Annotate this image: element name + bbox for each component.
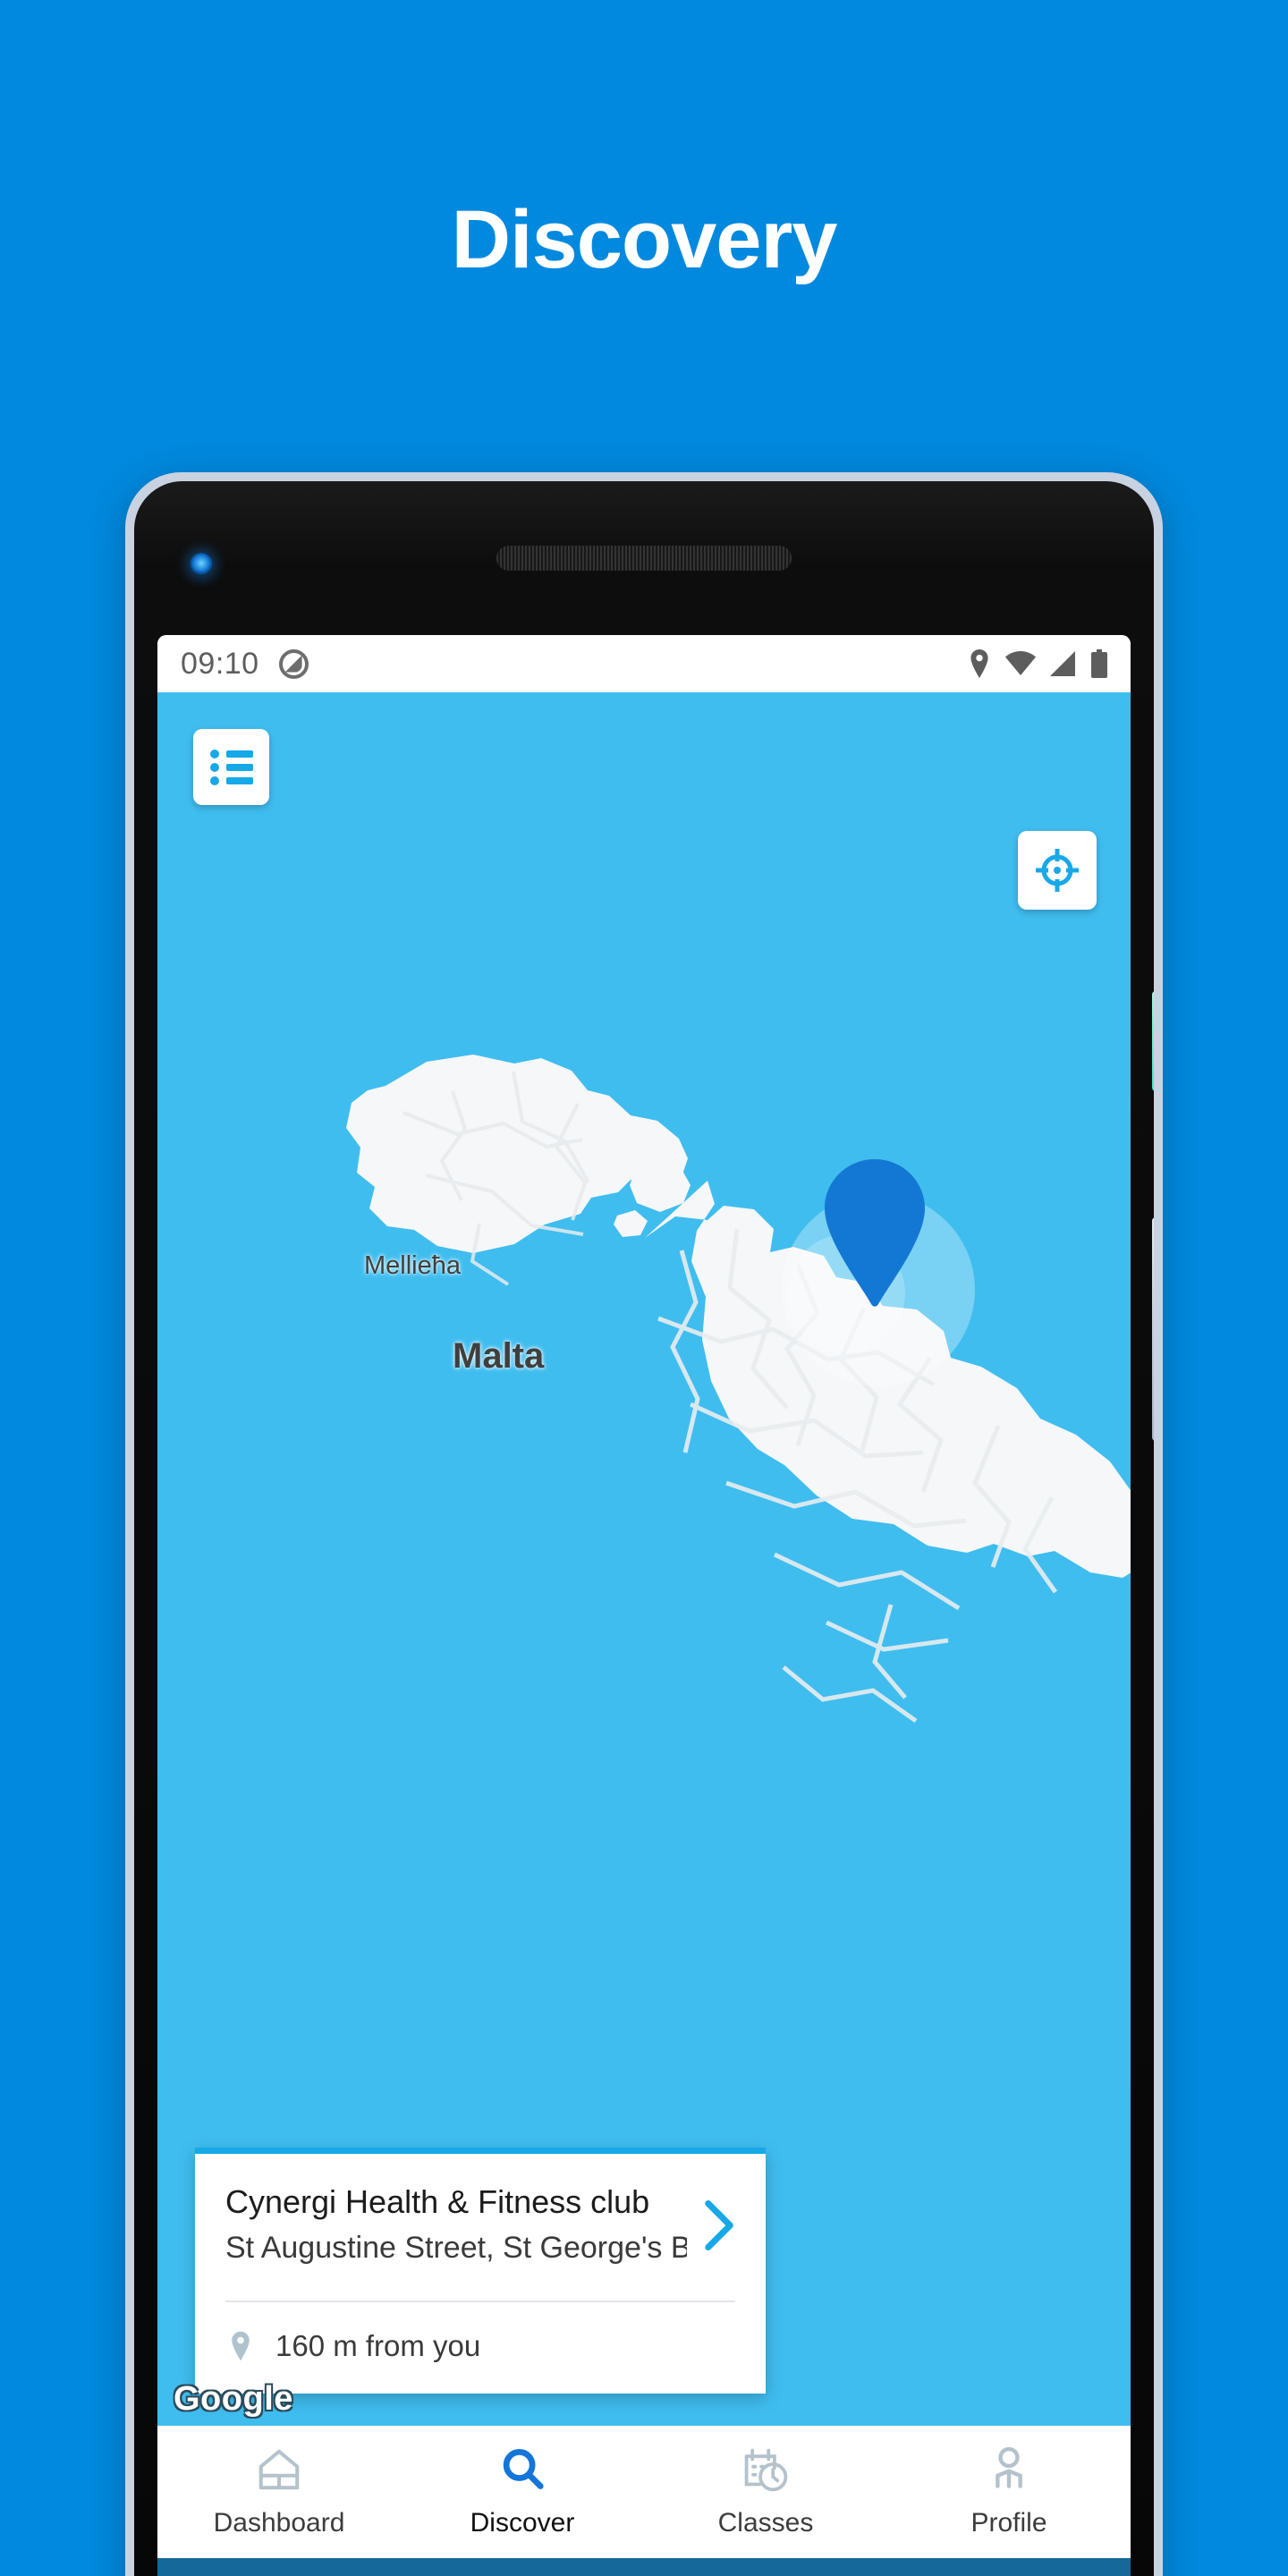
battery-icon [1091, 649, 1107, 678]
search-icon [503, 2449, 544, 2489]
map-pin-icon [232, 2331, 250, 2361]
place-card-open-button[interactable] [687, 2199, 735, 2250]
nav-label-dashboard: Dashboard [213, 2508, 345, 2538]
person-icon [996, 2446, 1022, 2488]
place-card-texts: Cynergi Health & Fitness club St Augusti… [225, 2181, 687, 2270]
wifi-icon [1005, 651, 1036, 675]
location-pin-icon [970, 649, 988, 678]
locate-me-button[interactable] [1018, 831, 1097, 910]
phone-screen: 09:10 Mellieħa Malta Cynergi Health & Fi… [157, 635, 1131, 2576]
nav-item-discover[interactable]: Discover [401, 2445, 644, 2538]
android-system-navigation-bar [157, 2558, 1131, 2576]
status-bar-icons [968, 649, 1107, 678]
bottom-navigation-bar: Dashboard Discover Classes Profile [157, 2426, 1131, 2558]
chevron-right-icon [705, 2199, 733, 2250]
island-cominotto [614, 1210, 648, 1237]
google-attribution: Google [174, 2380, 293, 2418]
place-address: St Augustine Street, St George's B.. [225, 2231, 687, 2266]
front-camera-icon [190, 553, 213, 576]
place-distance-row: 160 m from you [225, 2302, 735, 2394]
map-label-malta: Malta [453, 1336, 545, 1376]
phone-body: 09:10 Mellieħa Malta Cynergi Health & Fi… [134, 481, 1154, 2576]
place-distance: 160 m from you [275, 2329, 481, 2362]
page-title: Discovery [451, 194, 838, 285]
place-result-card[interactable]: Cynergi Health & Fitness club St Augusti… [195, 2147, 766, 2394]
place-card-header: Cynergi Health & Fitness club St Augusti… [225, 2181, 735, 2270]
crosshair-target-icon [1036, 849, 1079, 892]
status-bar-time: 09:10 [181, 646, 259, 681]
nav-label-discover: Discover [470, 2508, 575, 2538]
phone-device-frame: 09:10 Mellieħa Malta Cynergi Health & Fi… [125, 472, 1163, 2576]
cellular-signal-icon [1050, 651, 1075, 676]
volume-rocker-button[interactable] [1152, 1217, 1154, 1441]
power-button[interactable] [1152, 991, 1154, 1091]
map-label-mellieha: Mellieħa [364, 1251, 461, 1280]
nav-label-classes: Classes [717, 2508, 814, 2538]
status-bar: 09:10 [157, 635, 1131, 692]
do-not-disturb-icon [278, 648, 309, 679]
island-gozo [346, 1055, 688, 1286]
home-icon [258, 2449, 300, 2490]
nav-item-classes[interactable]: Classes [644, 2445, 887, 2538]
map-view[interactable]: Mellieħa Malta Cynergi Health & Fitness … [157, 692, 1131, 2426]
nav-item-dashboard[interactable]: Dashboard [157, 2445, 401, 2538]
calendar-clock-icon [744, 2448, 788, 2492]
earpiece-speaker-icon [496, 546, 792, 571]
list-view-button[interactable] [193, 729, 269, 805]
map-pin-icon[interactable] [821, 1159, 928, 1308]
nav-label-profile: Profile [970, 2508, 1047, 2538]
place-name: Cynergi Health & Fitness club [225, 2182, 650, 2220]
list-view-icon [209, 749, 253, 785]
nav-item-profile[interactable]: Profile [887, 2445, 1131, 2538]
